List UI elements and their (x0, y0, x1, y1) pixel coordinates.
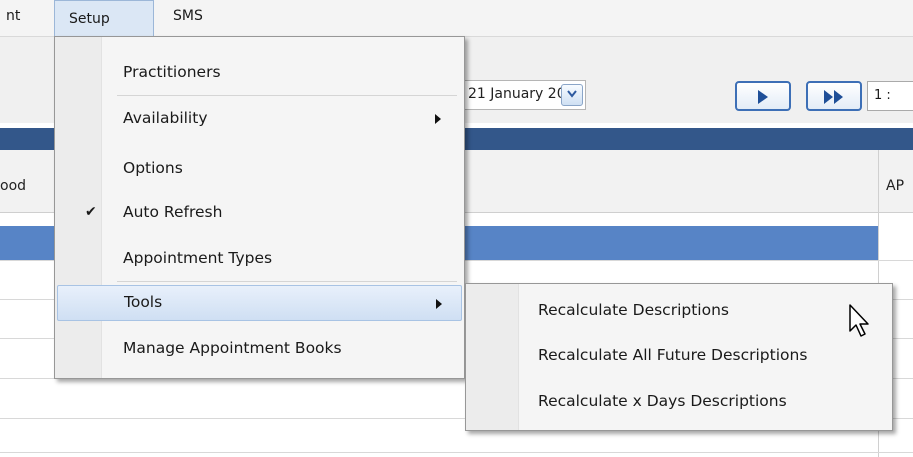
menu-partial-item[interactable]: nt (6, 8, 20, 24)
submenu-item-label: Recalculate Descriptions (538, 301, 729, 319)
submenu-item-label: Recalculate All Future Descriptions (538, 346, 808, 364)
tools-submenu: Recalculate Descriptions Recalculate All… (465, 283, 893, 431)
menu-sms[interactable]: SMS (173, 8, 203, 24)
column-header-right: AP (886, 178, 905, 194)
column-header-left: ood (0, 178, 27, 194)
menu-item-label: Tools (124, 293, 163, 311)
menu-item-label: Appointment Types (123, 249, 273, 267)
submenu-item-recalculate-all-future[interactable]: Recalculate All Future Descriptions (468, 337, 890, 375)
submenu-arrow-icon (435, 114, 441, 124)
menu-item-appointment-types[interactable]: Appointment Types (57, 241, 462, 277)
menu-item-label: Practitioners (123, 63, 221, 81)
menu-setup[interactable]: Setup (54, 0, 154, 36)
submenu-item-recalculate-descriptions[interactable]: Recalculate Descriptions (468, 292, 890, 330)
checkmark-icon: ✔ (85, 204, 97, 220)
menu-item-auto-refresh[interactable]: ✔ Auto Refresh (57, 195, 462, 231)
menu-item-availability[interactable]: Availability (57, 101, 462, 137)
date-dropdown-button[interactable] (561, 84, 583, 106)
menu-item-manage-appointment-books[interactable]: Manage Appointment Books (57, 331, 462, 367)
menu-separator (117, 281, 457, 282)
menu-item-options[interactable]: Options (57, 151, 462, 187)
fast-forward-icon (824, 90, 843, 104)
next-week-button[interactable] (806, 81, 862, 111)
chevron-down-icon (567, 90, 577, 98)
menu-item-label: Availability (123, 109, 208, 127)
menu-separator (117, 95, 457, 96)
play-icon (758, 90, 768, 104)
menu-item-label: Options (123, 159, 183, 177)
menu-item-label: Manage Appointment Books (123, 339, 342, 357)
submenu-item-label: Recalculate x Days Descriptions (538, 392, 787, 410)
mouse-cursor-icon (849, 304, 869, 337)
menu-item-practitioners[interactable]: Practitioners (57, 55, 462, 91)
setup-menu: Practitioners Availability Options ✔ Aut… (54, 36, 465, 379)
submenu-arrow-icon (436, 299, 442, 309)
submenu-item-recalculate-x-days[interactable]: Recalculate x Days Descriptions (468, 383, 890, 421)
menu-item-tools[interactable]: Tools (57, 285, 462, 321)
next-day-button[interactable] (735, 81, 791, 111)
menubar: nt Setup SMS (0, 0, 913, 37)
row-divider (0, 452, 913, 453)
extra-field[interactable]: 1 : (867, 81, 913, 111)
menu-item-label: Auto Refresh (123, 203, 223, 221)
menu-setup-label: Setup (69, 11, 110, 27)
